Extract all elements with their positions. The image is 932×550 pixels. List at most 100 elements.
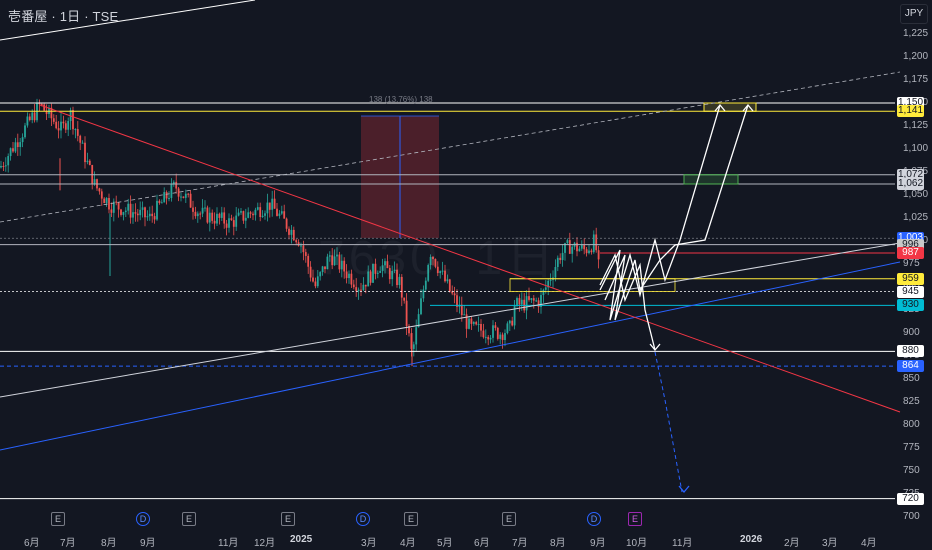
time-axis-label: 11月 — [672, 538, 693, 549]
candle-body — [127, 203, 130, 211]
candle-body — [177, 188, 180, 197]
candle-body — [124, 210, 127, 213]
candle-body — [187, 193, 190, 195]
symbol-title[interactable]: 壱番屋 · 1日 · TSE — [8, 6, 118, 25]
candle-body — [256, 207, 259, 210]
candle-body — [115, 201, 118, 203]
candle-body — [571, 246, 574, 254]
time-axis-label: 4月 — [400, 538, 416, 549]
price-badge: 987 — [897, 246, 924, 259]
candle-body — [194, 211, 197, 217]
candle-body — [120, 209, 122, 215]
candle-body — [2, 165, 5, 167]
price-axis-label: 700 — [903, 511, 920, 522]
price-badge: 959 — [897, 272, 924, 285]
candle-body — [60, 121, 62, 131]
candle-body — [463, 314, 466, 316]
earnings-marker[interactable]: E — [502, 512, 516, 526]
candle-body — [67, 121, 70, 130]
candle-body — [146, 216, 149, 218]
candle-body — [542, 289, 545, 296]
price-axis-label: 1,125 — [903, 120, 929, 131]
candle-body — [141, 207, 144, 210]
candle-body — [52, 118, 55, 122]
candle-body — [148, 213, 151, 217]
candle-body — [280, 211, 283, 214]
time-axis-label: 6月 — [474, 538, 490, 549]
candle-body — [576, 242, 578, 252]
candle-body — [480, 324, 482, 331]
candle-body — [4, 165, 7, 167]
time-axis-label: 9月 — [140, 538, 156, 549]
candle-body — [199, 213, 202, 215]
candle-body — [168, 197, 170, 199]
candle-body — [153, 216, 156, 220]
candle-body — [108, 197, 110, 210]
candle-body — [232, 220, 235, 227]
candle-body — [230, 218, 233, 221]
arrow-down-blue — [678, 485, 690, 494]
dividend-marker[interactable]: D — [356, 512, 370, 526]
candle-body — [64, 123, 67, 130]
candle-body — [216, 213, 218, 224]
candle-body — [295, 240, 298, 243]
candle-body — [506, 323, 509, 334]
candle-body — [105, 197, 108, 204]
earnings-marker[interactable]: E — [51, 512, 65, 526]
earnings-marker[interactable]: E — [404, 512, 418, 526]
currency-button[interactable]: JPY — [900, 4, 928, 24]
price-axis-label: 900 — [903, 327, 920, 338]
candle-body — [158, 200, 161, 203]
price-badge: 945 — [897, 285, 924, 298]
candle-body — [136, 213, 139, 216]
dividend-marker[interactable]: D — [587, 512, 601, 526]
price-axis-label: 1,050 — [903, 189, 929, 200]
candle-body — [0, 165, 2, 168]
candle-body — [537, 300, 540, 308]
candle-body — [74, 129, 77, 131]
candle-body — [189, 193, 192, 208]
candle-body — [264, 213, 266, 216]
candle-body — [19, 142, 22, 148]
candle-body — [43, 104, 46, 111]
time-axis-label: 8月 — [101, 538, 117, 549]
earnings-marker[interactable]: E — [182, 512, 196, 526]
candle-body — [578, 248, 581, 252]
candle-body — [468, 318, 470, 329]
candle-body — [566, 240, 569, 244]
candle-body — [103, 198, 106, 204]
earnings-marker[interactable]: E — [628, 512, 642, 526]
candle-body — [588, 250, 590, 254]
candle-body — [72, 110, 74, 130]
time-axis-label: 8月 — [550, 538, 566, 549]
candle-body — [79, 135, 82, 143]
candle-body — [484, 336, 487, 338]
price-badge: 864 — [897, 360, 924, 373]
candle-body — [285, 218, 288, 229]
projection-path-up-2 — [604, 104, 749, 321]
dividend-marker[interactable]: D — [136, 512, 150, 526]
candle-body — [21, 137, 24, 143]
candle-body — [470, 318, 473, 324]
trend-dashed-upper — [0, 71, 901, 223]
price-badge: 880 — [897, 345, 924, 358]
time-axis-label: 3月 — [822, 538, 838, 549]
candle-body — [525, 296, 528, 311]
time-axis-label: 2025 — [290, 534, 313, 545]
candle-body — [273, 198, 276, 209]
candle-body — [213, 220, 216, 224]
candle-body — [151, 213, 154, 217]
candle-body — [247, 212, 250, 218]
candle-body — [580, 244, 583, 249]
time-axis-label: 4月 — [861, 538, 877, 549]
price-badge: 1,141 — [897, 105, 924, 118]
candle-body — [583, 244, 586, 250]
candle-body — [244, 217, 247, 221]
projection-dashed-blue — [654, 351, 683, 493]
candle-body — [180, 196, 182, 198]
candle-body — [223, 212, 226, 224]
candle-body — [117, 202, 120, 210]
candle-body — [276, 208, 278, 216]
candle-body — [172, 181, 175, 184]
earnings-marker[interactable]: E — [281, 512, 295, 526]
